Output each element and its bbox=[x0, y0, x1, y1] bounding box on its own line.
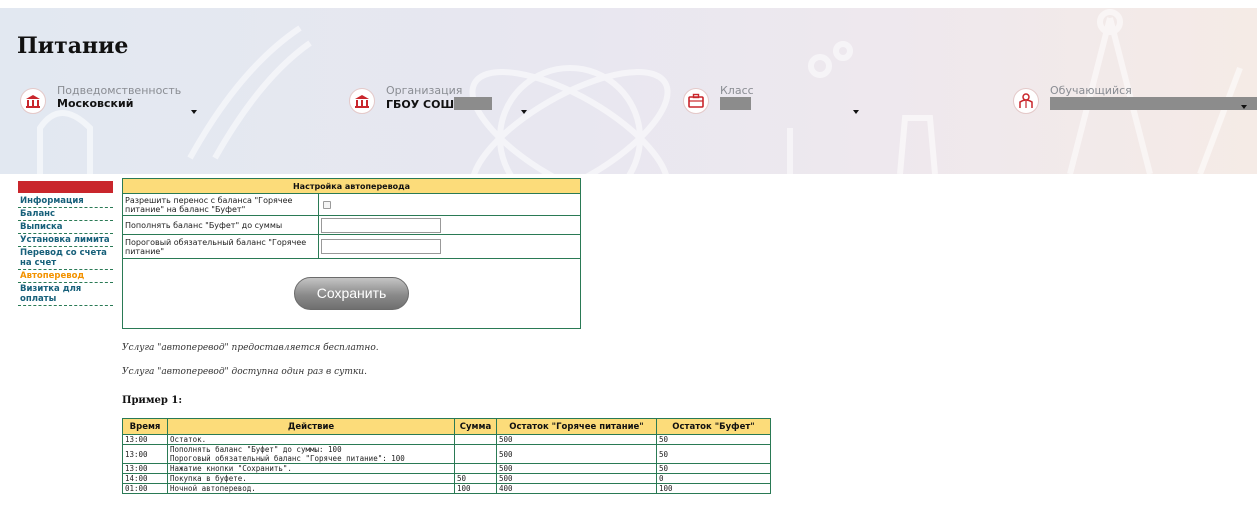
filter-subordination[interactable]: Подведомственность Московский bbox=[20, 84, 220, 124]
sidebar-item-information[interactable]: Информация bbox=[18, 195, 113, 208]
filter-value bbox=[1050, 97, 1257, 111]
filter-label: Обучающийся bbox=[1050, 84, 1132, 97]
hot-meal-threshold-label: Пороговый обязательный баланс "Горячее п… bbox=[122, 234, 319, 259]
chevron-down-icon[interactable] bbox=[521, 110, 527, 114]
sidebar-header-bar bbox=[18, 181, 113, 193]
cell-time: 13:00 bbox=[122, 444, 168, 464]
allow-transfer-checkbox[interactable] bbox=[323, 200, 331, 209]
cell-hot-meal-balance: 500 bbox=[496, 473, 657, 484]
institution-icon bbox=[349, 88, 375, 114]
allow-transfer-label: Разрешить перенос с баланса "Горячее пит… bbox=[122, 193, 319, 216]
cell-hot-meal-balance: 500 bbox=[496, 463, 657, 474]
cell-amount bbox=[454, 434, 497, 445]
briefcase-icon bbox=[683, 88, 709, 114]
sidebar-item-payment-card[interactable]: Визитка для оплаты bbox=[18, 283, 113, 306]
example-table-body: 13:00 Остаток. 500 50 13:00 Пополнять баланс … bbox=[122, 434, 771, 494]
cell-action: Нажатие кнопки "Сохранить". bbox=[167, 463, 455, 474]
cell-action: Ночной автоперевод. bbox=[167, 483, 455, 494]
example-table: Время Действие Сумма Остаток "Горячее пи… bbox=[122, 418, 771, 494]
cell-action: Покупка в буфете. bbox=[167, 473, 455, 484]
cell-time: 13:00 bbox=[122, 463, 168, 474]
cell-buffet-balance: 100 bbox=[656, 483, 771, 494]
cell-action: Остаток. bbox=[167, 434, 455, 445]
cell-hot-meal-balance: 500 bbox=[496, 434, 657, 445]
cell-time: 14:00 bbox=[122, 473, 168, 484]
redacted-block bbox=[1050, 97, 1257, 110]
table-row: 13:00 Нажатие кнопки "Сохранить". 500 50 bbox=[122, 463, 771, 474]
redacted-block bbox=[720, 97, 751, 110]
column-header-amount: Сумма bbox=[454, 418, 497, 435]
service-note-daily: Услуга "автоперевод" доступна один раз в… bbox=[122, 367, 367, 377]
institution-icon bbox=[20, 88, 46, 114]
filter-class[interactable]: Класс bbox=[683, 84, 863, 124]
filter-label: Класс bbox=[720, 84, 754, 97]
student-icon bbox=[1013, 88, 1039, 114]
sidebar-item-balance[interactable]: Баланс bbox=[18, 208, 113, 221]
buffet-topup-input[interactable] bbox=[321, 217, 441, 233]
cell-buffet-balance: 0 bbox=[656, 473, 771, 484]
cell-buffet-balance: 50 bbox=[656, 444, 771, 464]
column-header-hot-meal-balance: Остаток "Горячее питание" bbox=[496, 418, 657, 435]
chevron-down-icon[interactable] bbox=[1241, 105, 1247, 109]
cell-hot-meal-balance: 500 bbox=[496, 444, 657, 464]
filter-value: Московский bbox=[57, 97, 134, 110]
service-note-free: Услуга "автоперевод" предоставляется бес… bbox=[122, 343, 379, 353]
column-header-buffet-balance: Остаток "Буфет" bbox=[656, 418, 771, 435]
table-row: 14:00 Покупка в буфете. 50 500 0 bbox=[122, 473, 771, 484]
example-title: Пример 1: bbox=[122, 395, 183, 406]
autotransfer-settings-table: Настройка автоперевода Разрешить перенос… bbox=[122, 178, 581, 329]
sidebar-item-statement[interactable]: Выписка bbox=[18, 221, 113, 234]
table-row: 01:00 Ночной автоперевод. 100 400 100 bbox=[122, 483, 771, 494]
cell-time: 01:00 bbox=[122, 483, 168, 494]
cell-action: Пополнять баланс "Буфет" до суммы: 100 П… bbox=[167, 444, 455, 464]
cell-hot-meal-balance: 400 bbox=[496, 483, 657, 494]
hot-meal-threshold-input[interactable] bbox=[321, 239, 441, 254]
settings-table-title: Настройка автоперевода bbox=[122, 178, 581, 194]
sidebar-item-set-limit[interactable]: Установка лимита bbox=[18, 234, 113, 247]
table-row: 13:00 Остаток. 500 50 bbox=[122, 434, 771, 445]
sidebar-menu: Информация Баланс Выписка Установка лими… bbox=[18, 181, 113, 306]
chevron-down-icon[interactable] bbox=[191, 110, 197, 114]
sidebar-item-autotransfer[interactable]: Автоперевод bbox=[18, 270, 113, 283]
column-header-action: Действие bbox=[167, 418, 455, 435]
column-header-time: Время bbox=[122, 418, 168, 435]
filter-value bbox=[720, 97, 751, 111]
cell-buffet-balance: 50 bbox=[656, 434, 771, 445]
cell-buffet-balance: 50 bbox=[656, 463, 771, 474]
sidebar-item-account-transfer[interactable]: Перевод со счета на счет bbox=[18, 247, 113, 270]
cell-amount: 50 bbox=[454, 473, 497, 484]
cell-time: 13:00 bbox=[122, 434, 168, 445]
filter-label: Организация bbox=[386, 84, 463, 97]
filter-label: Подведомственность bbox=[57, 84, 182, 97]
cell-amount: 100 bbox=[454, 483, 497, 494]
filter-value: ГБОУ СОШ bbox=[386, 97, 493, 111]
save-button[interactable]: Сохранить bbox=[294, 277, 409, 310]
chevron-down-icon[interactable] bbox=[853, 110, 859, 114]
page-title: Питание bbox=[17, 33, 129, 59]
table-row: 13:00 Пополнять баланс "Буфет" до суммы: … bbox=[122, 444, 771, 464]
header-banner: Питание Подведомственность Московский Ор… bbox=[0, 8, 1257, 174]
buffet-topup-label: Пополнять баланс "Буфет" до суммы bbox=[122, 215, 319, 235]
redacted-block bbox=[454, 97, 493, 110]
filter-student[interactable]: Обучающийся bbox=[1013, 84, 1257, 124]
filter-organization[interactable]: Организация ГБОУ СОШ bbox=[349, 84, 549, 124]
cell-amount bbox=[454, 463, 497, 474]
cell-amount bbox=[454, 444, 497, 464]
